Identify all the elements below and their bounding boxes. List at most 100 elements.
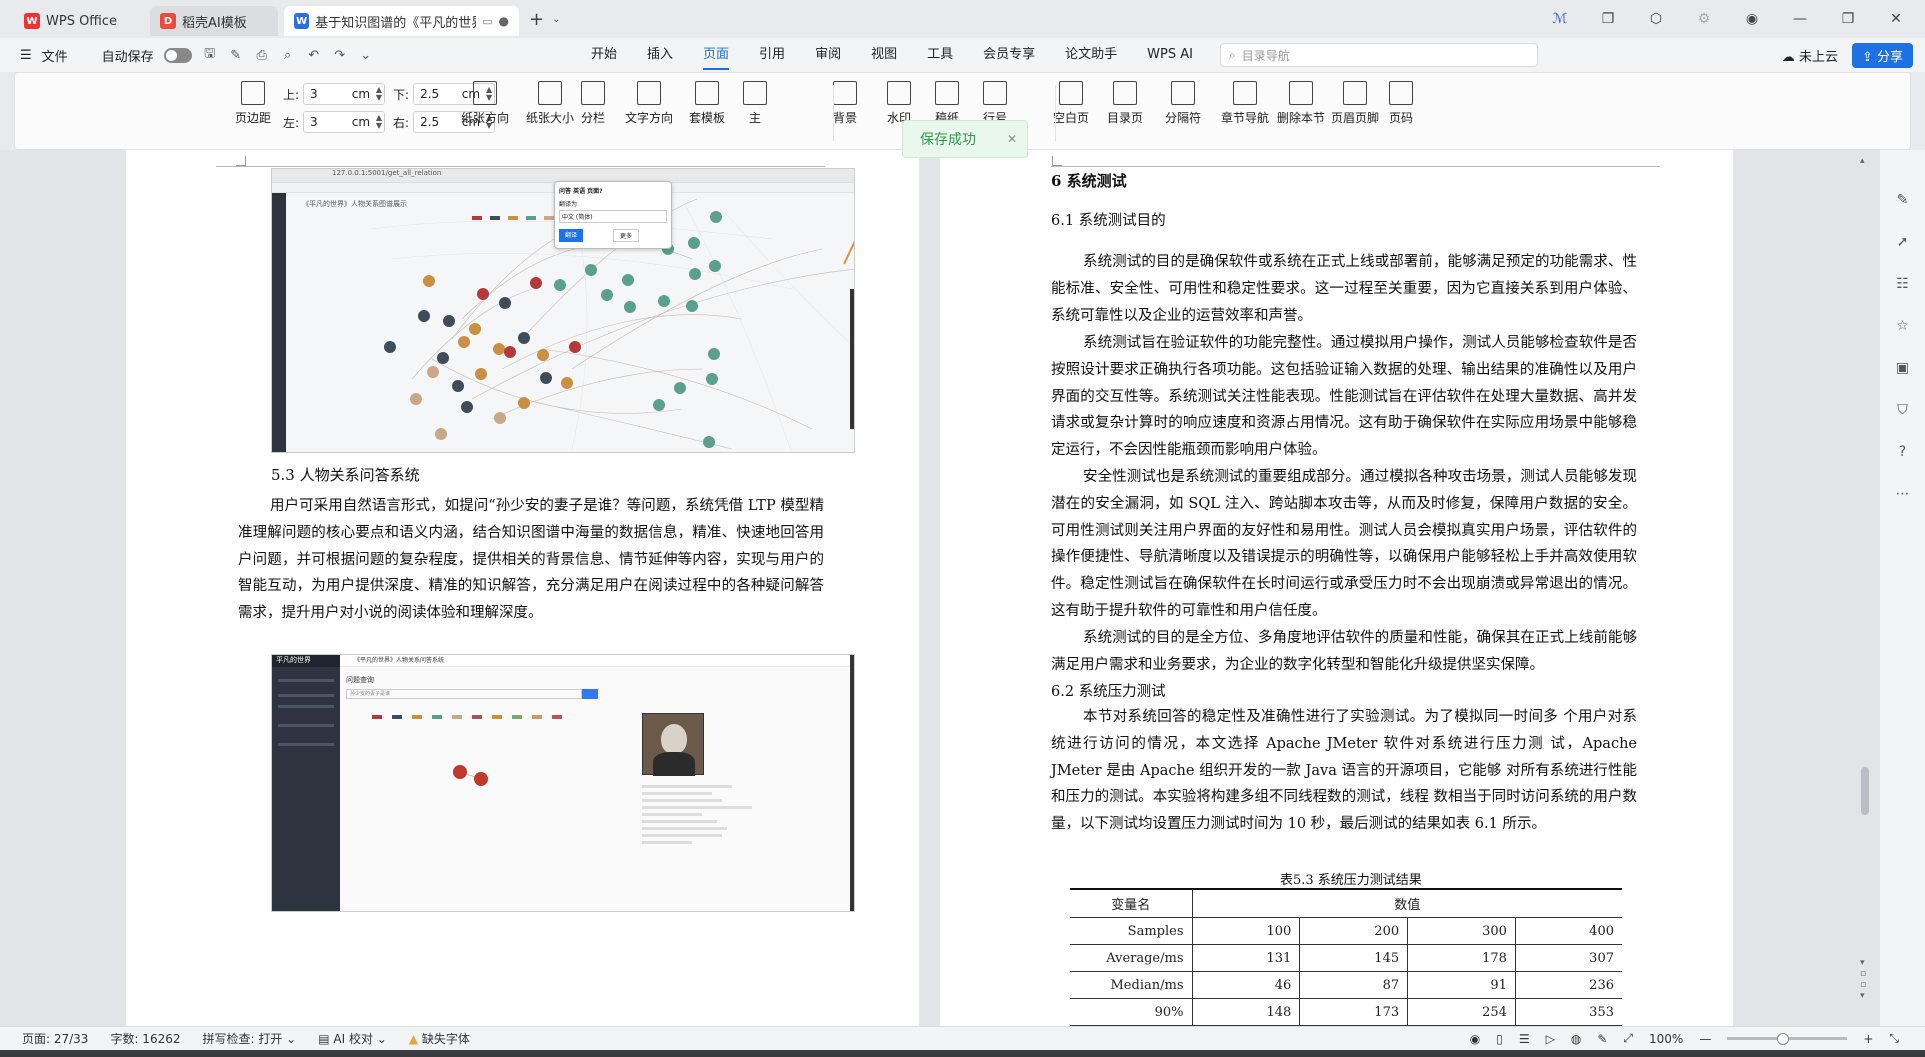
- more-icon[interactable]: ⋯: [1893, 484, 1913, 504]
- new-tab-icon[interactable]: +: [529, 9, 544, 30]
- chapter-6-title: 6 系统测试: [1051, 172, 1127, 190]
- undo-icon[interactable]: ↶: [306, 47, 322, 63]
- eye-icon[interactable]: ◉: [1470, 1032, 1480, 1046]
- help-icon[interactable]: ?: [1893, 442, 1913, 462]
- redo-icon[interactable]: ↷: [332, 47, 348, 63]
- menu-3[interactable]: 引用: [744, 38, 800, 72]
- table-cell: 178: [1407, 944, 1516, 972]
- menu-6[interactable]: 工具: [912, 38, 968, 72]
- star-icon[interactable]: ☆: [1893, 316, 1913, 336]
- page-count[interactable]: 页面: 27/33: [22, 1030, 88, 1047]
- ribbon-button-2[interactable]: 分栏: [581, 81, 605, 126]
- ribbon-button-10[interactable]: 空白页: [1053, 81, 1089, 126]
- fullscreen-icon[interactable]: ⤡: [1889, 1031, 1899, 1046]
- margin-button[interactable]: 页边距: [235, 81, 271, 126]
- page-view-icon[interactable]: ▯: [1496, 1032, 1503, 1046]
- ribbon-label-3: 文字方向: [625, 111, 674, 125]
- right-side-toolbar: ✎ ➚ ☷ ☆ ▣ ⛉ ? ⋯: [1880, 150, 1925, 1026]
- pen-view-icon[interactable]: ✎: [1597, 1032, 1607, 1046]
- ribbon-button-6[interactable]: 背景: [833, 81, 857, 126]
- fit-icon[interactable]: ⤢: [1623, 1031, 1633, 1046]
- margin-label: 页边距: [235, 111, 272, 125]
- search-icon: ⌕: [1228, 47, 1236, 62]
- save-icon[interactable]: 🖫: [202, 46, 218, 63]
- print-icon[interactable]: ⎙: [254, 47, 270, 63]
- web-view-icon[interactable]: ◍: [1571, 1032, 1581, 1046]
- zoom-out-icon[interactable]: —: [1699, 1032, 1711, 1046]
- menu-7[interactable]: 会员专享: [968, 38, 1050, 72]
- brush-icon[interactable]: ✎: [228, 47, 244, 63]
- bottom-value: 2.5: [420, 87, 440, 101]
- cube-icon[interactable]: ⬡: [1647, 11, 1665, 27]
- hamburger-icon[interactable]: ☰: [20, 48, 32, 63]
- ai-proofread[interactable]: ▤ AI 校对 ⌄: [318, 1030, 387, 1047]
- pen-icon[interactable]: ✎: [1893, 190, 1913, 210]
- spin-icon[interactable]: ▲ ▼: [376, 86, 382, 102]
- zoom-in-icon[interactable]: +: [1863, 1032, 1873, 1046]
- sliders-icon[interactable]: ☷: [1893, 274, 1913, 294]
- vertical-scrollbar[interactable]: ▴ ▾ ▫ ▫ ▾: [1856, 150, 1876, 1026]
- restore-icon[interactable]: ❐: [1839, 11, 1857, 27]
- scroll-down-icons[interactable]: ▾ ▫ ▫ ▾: [1860, 958, 1866, 1002]
- ribbon-button-14[interactable]: 删除本节: [1277, 81, 1325, 126]
- dialog-label: 翻译为: [559, 201, 578, 208]
- tab-document[interactable]: W 基于知识图谱的《平凡的世界 ▭ ●: [284, 6, 519, 36]
- menu-2[interactable]: 页面: [688, 38, 744, 72]
- minimize-icon[interactable]: —: [1791, 11, 1809, 27]
- scroll-up-icon[interactable]: ▴: [1860, 156, 1865, 166]
- word-count[interactable]: 字数: 16262: [110, 1030, 180, 1047]
- ribbon-button-0[interactable]: 纸张方向: [461, 81, 509, 126]
- ai-logo-icon[interactable]: ℳ: [1551, 11, 1569, 27]
- outline-view-icon[interactable]: ☰: [1519, 1032, 1530, 1046]
- tab-close-dot-icon[interactable]: ●: [499, 14, 509, 28]
- play-icon[interactable]: ▷: [1546, 1032, 1555, 1046]
- window-layout-icon[interactable]: ❐: [1599, 11, 1617, 27]
- toast-close-icon[interactable]: ✕: [1007, 132, 1017, 146]
- tab-list-chevron-icon[interactable]: ⌄: [552, 14, 560, 25]
- tab-wps-office[interactable]: W WPS Office: [14, 6, 144, 36]
- ribbon-button-4[interactable]: 套模板: [689, 81, 725, 126]
- scrollbar-thumb[interactable]: [1861, 767, 1869, 815]
- outline-search[interactable]: ⌕ 目录导航: [1219, 43, 1538, 67]
- ribbon-button-11[interactable]: 目录页: [1107, 81, 1143, 126]
- spin-icon[interactable]: ▲ ▼: [376, 114, 382, 130]
- zoom-value[interactable]: 100%: [1649, 1032, 1683, 1046]
- left-margin-input[interactable]: 3 cm ▲ ▼: [303, 111, 386, 133]
- spell-check[interactable]: 拼写检查: 打开 ⌄: [203, 1030, 297, 1047]
- menu-1[interactable]: 插入: [632, 38, 688, 72]
- zoom-slider[interactable]: [1727, 1033, 1848, 1045]
- menu-5[interactable]: 视图: [856, 38, 912, 72]
- tab-docer[interactable]: D 稻壳AI模板: [150, 6, 278, 36]
- ribbon-button-12[interactable]: 分隔符: [1165, 81, 1201, 126]
- table-cell: 300: [1407, 917, 1516, 945]
- ribbon-button-5[interactable]: 主: [743, 81, 767, 126]
- ribbon-button-16[interactable]: 页码: [1389, 81, 1413, 126]
- pointer-icon[interactable]: ➚: [1893, 232, 1913, 252]
- cloud-status[interactable]: ☁ 未上云: [1782, 46, 1838, 65]
- settings-gear-icon[interactable]: ⚙: [1695, 11, 1713, 27]
- top-value: 3: [310, 87, 318, 101]
- missing-font[interactable]: ▲ 缺失字体: [409, 1030, 470, 1047]
- avatar-icon[interactable]: ◉: [1743, 11, 1761, 27]
- file-menu[interactable]: 文件: [42, 46, 68, 65]
- search-placeholder: 目录导航: [1241, 48, 1290, 63]
- autosave-toggle[interactable]: [163, 47, 192, 63]
- top-margin-input[interactable]: 3 cm ▲ ▼: [303, 83, 386, 105]
- menu-8[interactable]: 论文助手: [1050, 38, 1132, 72]
- dialog-title: 问答 英语 页面?: [559, 188, 603, 195]
- menu-9[interactable]: WPS AI: [1132, 38, 1208, 72]
- menu-4[interactable]: 审阅: [800, 38, 856, 72]
- menu-0[interactable]: 开始: [576, 38, 632, 72]
- ribbon-button-13[interactable]: 章节导航: [1221, 81, 1269, 126]
- close-window-icon[interactable]: ✕: [1887, 11, 1905, 27]
- table-row-label: Average/ms: [1070, 944, 1192, 972]
- shirt-icon[interactable]: ⛉: [1893, 400, 1913, 420]
- share-button[interactable]: ⇪ 分享: [1851, 42, 1913, 68]
- ribbon-button-3[interactable]: 文字方向: [625, 81, 673, 126]
- image-icon[interactable]: ▣: [1893, 358, 1913, 378]
- print-preview-icon[interactable]: ⌕: [280, 47, 296, 63]
- more-chevron-icon[interactable]: ⌄: [358, 47, 374, 63]
- table-cell: 148: [1191, 998, 1300, 1026]
- ribbon-button-1[interactable]: 纸张大小: [526, 81, 574, 126]
- ribbon-button-15[interactable]: 页眉页脚: [1331, 81, 1379, 126]
